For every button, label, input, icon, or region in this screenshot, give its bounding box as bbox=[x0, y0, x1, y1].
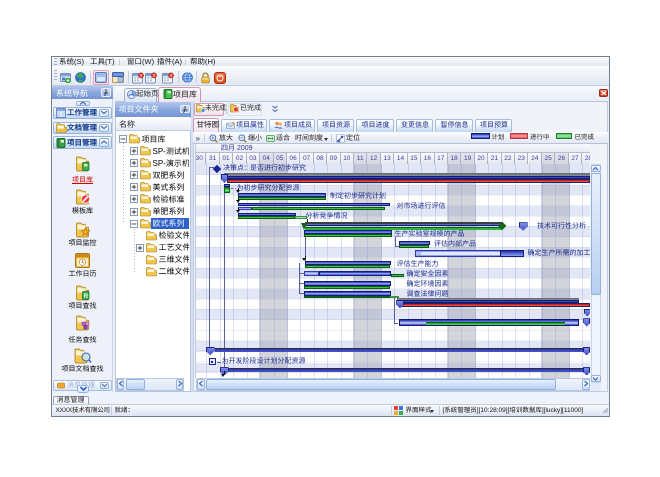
svg-text:R: R bbox=[84, 294, 89, 300]
